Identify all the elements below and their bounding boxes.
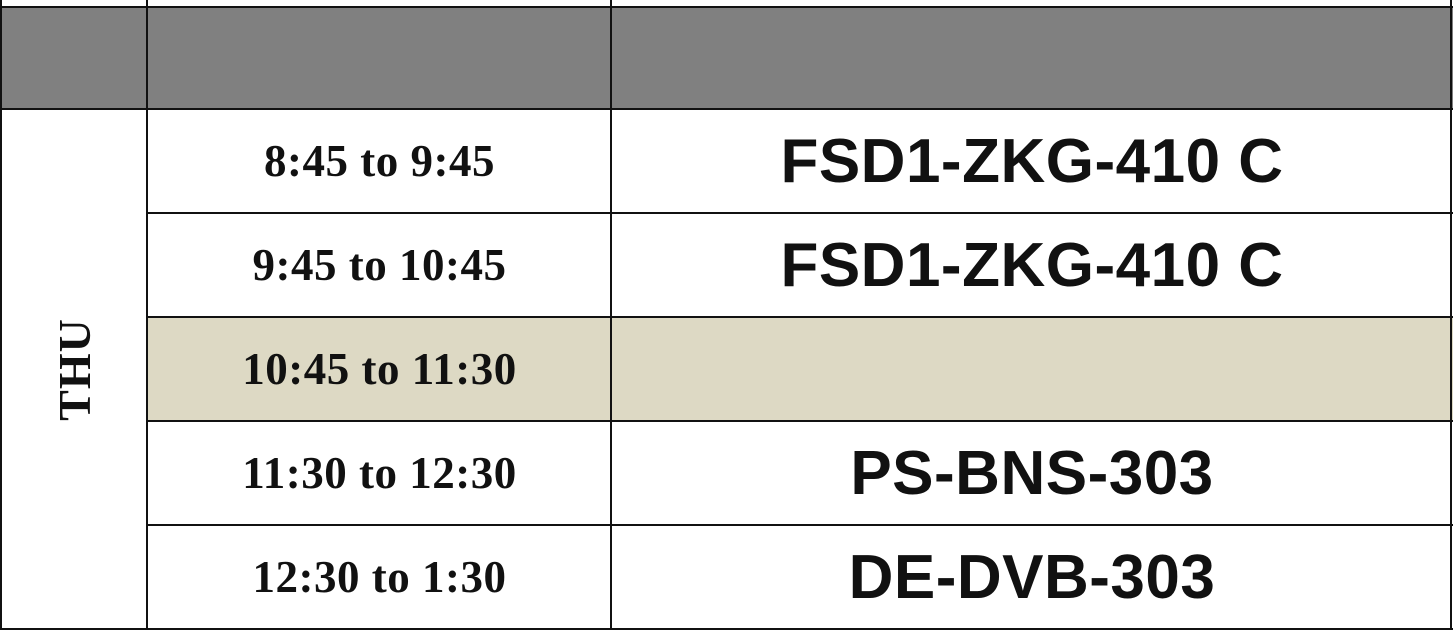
time-label: 8:45 to 9:45	[264, 136, 495, 186]
grid-line	[0, 0, 2, 630]
time-cell: 12:30 to 1:30	[148, 525, 611, 629]
grid-line	[147, 212, 1453, 214]
grid-line	[1450, 0, 1452, 630]
grid-line	[0, 6, 1453, 8]
header-time-cell	[148, 7, 611, 109]
grid-line	[147, 524, 1453, 526]
course-cell: FSD1-ZKG-410 C	[611, 109, 1453, 213]
grid-line	[147, 316, 1453, 318]
grid-line	[146, 0, 148, 630]
course-label: FSD1-ZKG-410 C	[780, 126, 1284, 196]
grid-line	[610, 0, 612, 630]
time-label: 10:45 to 11:30	[242, 344, 517, 394]
day-label: THU	[48, 318, 100, 421]
course-cell: DE-DVB-303	[611, 525, 1453, 629]
time-cell: 8:45 to 9:45	[148, 109, 611, 213]
header-day-cell	[0, 7, 148, 109]
break-time-cell: 10:45 to 11:30	[148, 317, 611, 421]
course-cell: PS-BNS-303	[611, 421, 1453, 525]
grid-line	[147, 420, 1453, 422]
course-label: PS-BNS-303	[850, 438, 1214, 508]
time-cell: 11:30 to 12:30	[148, 421, 611, 525]
time-label: 9:45 to 10:45	[252, 240, 507, 290]
time-cell: 9:45 to 10:45	[148, 213, 611, 317]
time-label: 12:30 to 1:30	[252, 552, 507, 602]
course-label: FSD1-ZKG-410 C	[780, 230, 1284, 300]
time-label: 11:30 to 12:30	[242, 448, 517, 498]
timetable: THU 8:45 to 9:45 FSD1-ZKG-410 C 9:45 to …	[0, 0, 1453, 630]
course-cell: FSD1-ZKG-410 C	[611, 213, 1453, 317]
course-label: DE-DVB-303	[848, 542, 1216, 612]
header-course-cell	[611, 7, 1453, 109]
break-course-cell	[611, 317, 1453, 421]
day-cell: THU	[0, 109, 148, 630]
grid-line	[0, 108, 1453, 110]
